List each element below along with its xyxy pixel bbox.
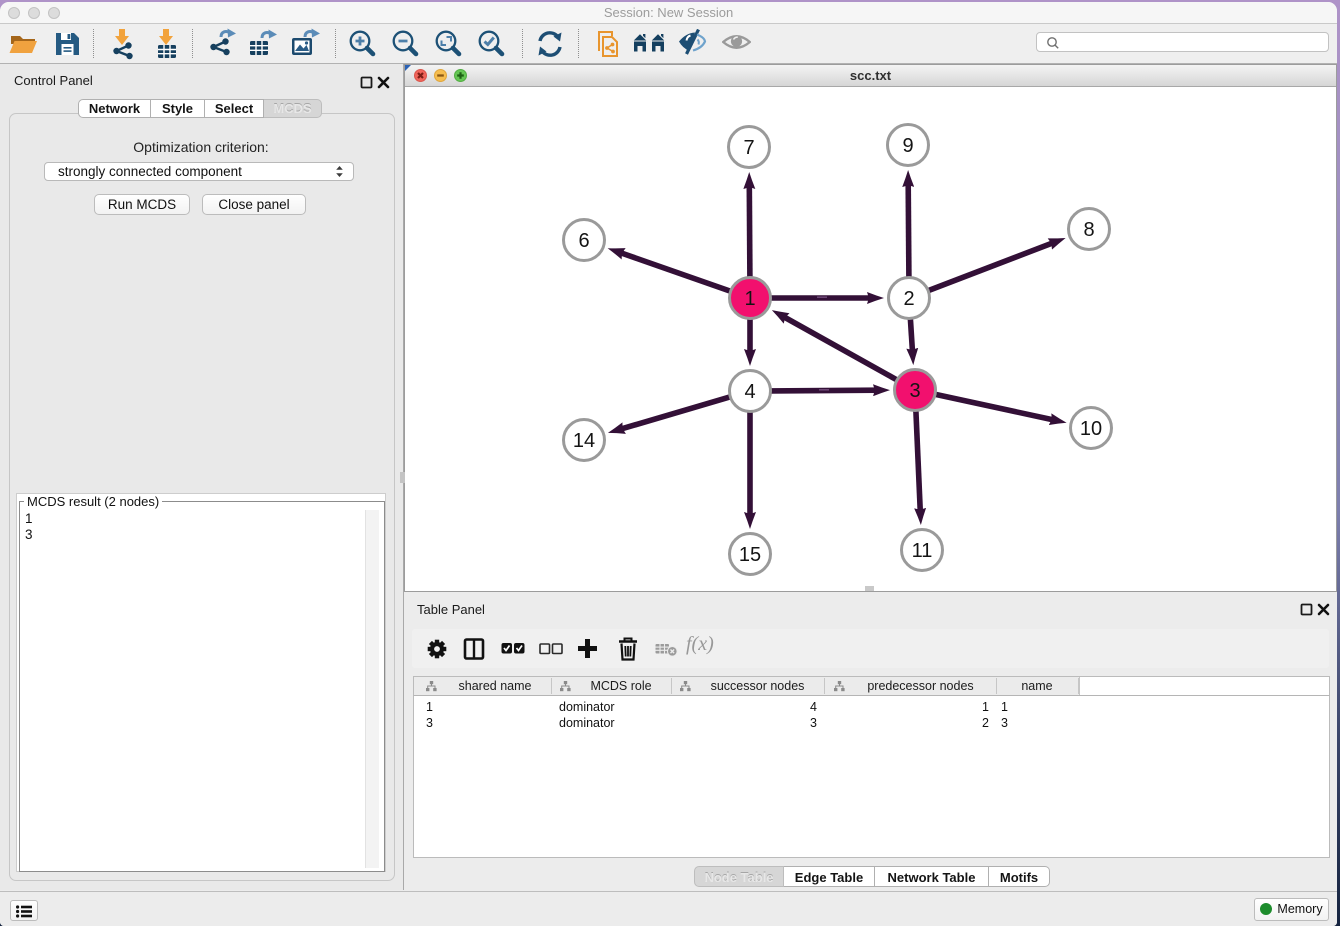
svg-text:9: 9 [902,135,913,157]
svg-text:11: 11 [912,540,933,562]
svg-text:8: 8 [1083,219,1094,241]
svg-text:4: 4 [744,381,755,403]
svg-text:10: 10 [1080,418,1102,440]
svg-text:14: 14 [573,430,595,452]
svg-text:3: 3 [909,380,920,402]
svg-text:15: 15 [739,544,761,566]
svg-text:1: 1 [744,288,755,310]
svg-text:7: 7 [743,137,754,159]
svg-text:2: 2 [903,288,914,310]
svg-text:6: 6 [578,230,589,252]
